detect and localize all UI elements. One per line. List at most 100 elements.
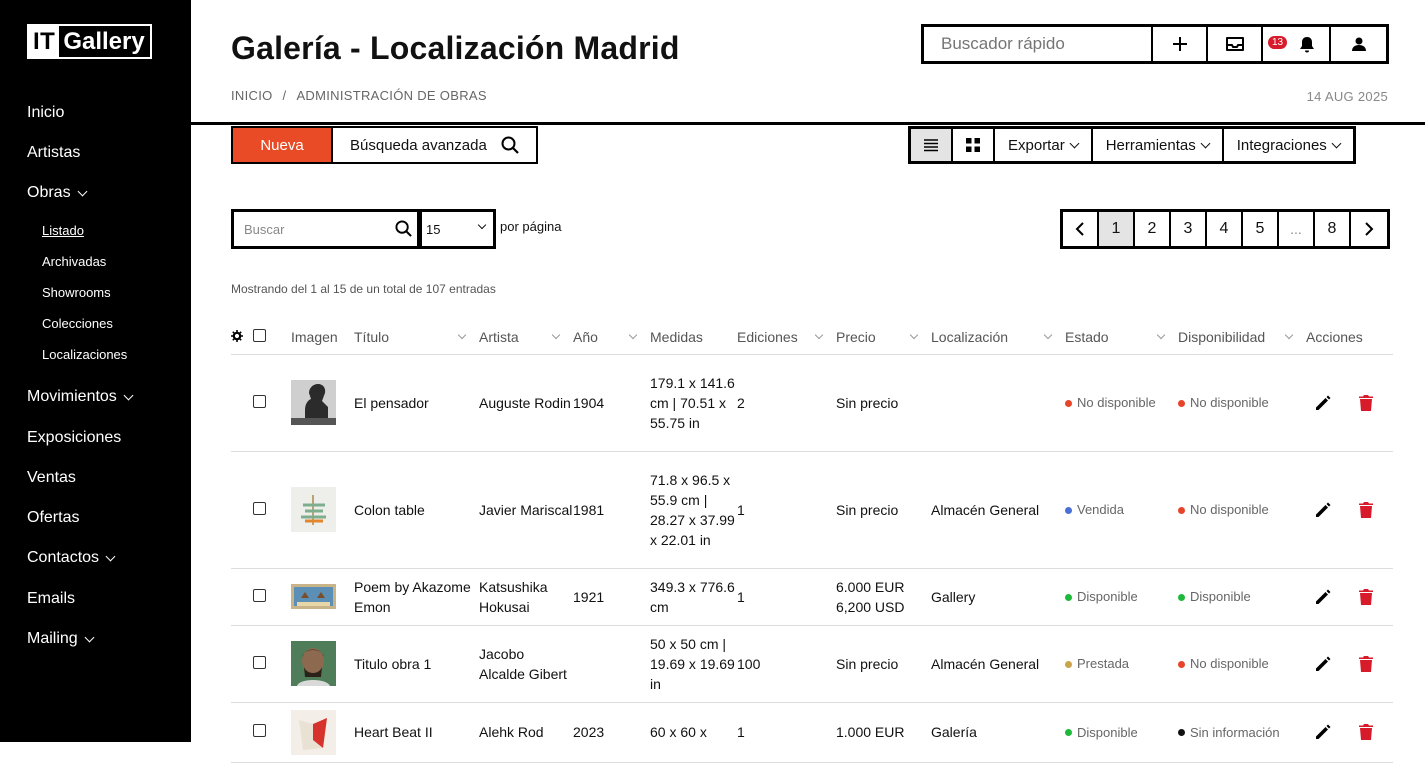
prev-page-button[interactable]	[1063, 212, 1099, 246]
cell-title[interactable]: Titulo obra 1	[354, 625, 479, 703]
page-button[interactable]: 3	[1171, 212, 1207, 246]
column-header-disponibilidad[interactable]: Disponibilidad	[1178, 320, 1306, 355]
artwork-thumbnail[interactable]	[291, 702, 354, 763]
sidebar-subitem-archivadas[interactable]: Archivadas	[42, 254, 106, 269]
user-button[interactable]	[1331, 27, 1386, 61]
column-header-estado[interactable]: Estado	[1065, 320, 1178, 355]
list-view-button[interactable]	[911, 129, 953, 161]
row-checkbox-cell[interactable]	[253, 354, 291, 452]
row-checkbox[interactable]	[253, 394, 266, 408]
edit-icon[interactable]	[1314, 655, 1332, 673]
row-checkbox-cell[interactable]	[253, 702, 291, 763]
inbox-icon	[1225, 37, 1244, 51]
artwork-thumbnail[interactable]	[291, 354, 354, 452]
page-button[interactable]: 2	[1135, 212, 1171, 246]
integrations-label: Integraciones	[1236, 136, 1327, 154]
edit-icon[interactable]	[1314, 588, 1332, 606]
sidebar-item-obras[interactable]: Obras	[27, 184, 88, 202]
row-checkbox[interactable]	[253, 655, 266, 669]
delete-icon[interactable]	[1358, 588, 1374, 606]
sidebar-item-movimientos[interactable]: Movimientos	[27, 388, 134, 406]
integrations-dropdown[interactable]: Integraciones	[1224, 129, 1353, 161]
pagination: 1 2 3 4 5 ... 8	[1060, 209, 1390, 249]
row-checkbox-cell[interactable]	[253, 568, 291, 626]
delete-icon[interactable]	[1358, 394, 1374, 412]
next-page-button[interactable]	[1351, 212, 1387, 246]
column-header-artista[interactable]: Artista	[479, 320, 573, 355]
inbox-button[interactable]	[1208, 27, 1263, 61]
row-checkbox[interactable]	[253, 588, 266, 602]
sidebar-item-ventas[interactable]: Ventas	[27, 469, 76, 487]
artwork-thumbnail-image	[291, 487, 336, 532]
sort-chevron-icon	[1284, 330, 1294, 339]
table-row[interactable]: Poem by Akazome Emon Katsushika Hokusai …	[231, 568, 1393, 626]
sidebar-item-contactos[interactable]: Contactos	[27, 549, 116, 567]
table-row[interactable]: Colon table Javier Mariscal 1981 71.8 x …	[231, 451, 1393, 569]
sidebar-item-mailing[interactable]: Mailing	[27, 630, 95, 648]
sidebar-subitem-colecciones[interactable]: Colecciones	[42, 316, 113, 331]
column-header-titulo[interactable]: Título	[354, 320, 479, 355]
top-actions-bar: 13	[921, 24, 1389, 64]
tools-dropdown[interactable]: Herramientas	[1093, 129, 1224, 161]
column-header-ano[interactable]: Año	[573, 320, 650, 355]
row-checkbox-cell[interactable]	[253, 625, 291, 703]
delete-icon[interactable]	[1358, 723, 1374, 741]
notification-badge: 13	[1268, 36, 1288, 49]
page-button[interactable]: 4	[1207, 212, 1243, 246]
notifications-button[interactable]: 13	[1263, 27, 1331, 61]
export-dropdown[interactable]: Exportar	[995, 129, 1093, 161]
sidebar-subitem-listado[interactable]: Listado	[42, 223, 84, 238]
edit-icon[interactable]	[1314, 501, 1332, 519]
per-page-select[interactable]: 15	[419, 209, 496, 249]
app-logo[interactable]: IT Gallery	[27, 24, 152, 59]
cell-title[interactable]: Heart Beat II	[354, 702, 479, 763]
column-header-precio[interactable]: Precio	[836, 320, 931, 355]
table-search-input[interactable]: Buscar	[231, 209, 420, 249]
sidebar-item-exposiciones[interactable]: Exposiciones	[27, 429, 121, 447]
sidebar-item-inicio[interactable]: Inicio	[27, 104, 64, 122]
column-header-localizacion[interactable]: Localización	[931, 320, 1065, 355]
cell-title[interactable]: Poem by Akazome Emon	[354, 568, 479, 626]
add-button[interactable]	[1153, 27, 1208, 61]
sidebar-item-ofertas[interactable]: Ofertas	[27, 509, 79, 527]
edit-icon[interactable]	[1314, 723, 1332, 741]
column-label: Estado	[1065, 328, 1109, 345]
breadcrumb-inicio[interactable]: INICIO	[231, 88, 273, 103]
sidebar: IT Gallery Inicio Artistas Obras Listado…	[0, 0, 191, 742]
table-row[interactable]: El pensador Auguste Rodin 1904 179.1 x 1…	[231, 354, 1393, 452]
new-artwork-button[interactable]: Nueva	[231, 126, 333, 164]
select-all-checkbox-cell[interactable]	[253, 320, 291, 355]
edit-icon[interactable]	[1314, 394, 1332, 412]
breadcrumb-admin-obras[interactable]: ADMINISTRACIÓN DE OBRAS	[296, 88, 486, 103]
cell-title[interactable]: Colon table	[354, 451, 479, 569]
availability-text: No disponible	[1190, 656, 1269, 672]
row-checkbox[interactable]	[253, 724, 266, 737]
quick-search-input[interactable]	[924, 27, 1153, 61]
sidebar-item-artistas[interactable]: Artistas	[27, 144, 80, 162]
page-button[interactable]: 1	[1099, 212, 1135, 246]
delete-icon[interactable]	[1358, 655, 1374, 673]
artwork-thumbnail[interactable]	[291, 451, 354, 569]
page-button[interactable]: 8	[1315, 212, 1351, 246]
page-button[interactable]: 5	[1243, 212, 1279, 246]
cell-status: Prestada	[1065, 625, 1178, 703]
column-settings[interactable]	[231, 320, 253, 355]
row-checkbox[interactable]	[253, 501, 266, 515]
select-all-checkbox[interactable]	[253, 328, 266, 342]
artwork-thumbnail[interactable]	[291, 625, 354, 703]
column-header-ediciones[interactable]: Ediciones	[737, 320, 836, 355]
grid-view-button[interactable]	[953, 129, 995, 161]
cell-actions	[1306, 354, 1393, 452]
cell-actions	[1306, 702, 1393, 763]
availability-text: No disponible	[1190, 395, 1269, 411]
sidebar-subitem-showrooms[interactable]: Showrooms	[42, 285, 111, 300]
sidebar-subitem-localizaciones[interactable]: Localizaciones	[42, 347, 127, 362]
cell-title[interactable]: El pensador	[354, 354, 479, 452]
delete-icon[interactable]	[1358, 501, 1374, 519]
table-row[interactable]: Heart Beat II Alehk Rod 2023 60 x 60 x 1…	[231, 702, 1393, 763]
artwork-thumbnail[interactable]	[291, 568, 354, 626]
table-row[interactable]: Titulo obra 1 Jacobo Alcalde Gibert 50 x…	[231, 625, 1393, 703]
row-checkbox-cell[interactable]	[253, 451, 291, 569]
sidebar-item-emails[interactable]: Emails	[27, 590, 75, 608]
advanced-search-button[interactable]: Búsqueda avanzada	[333, 126, 538, 164]
